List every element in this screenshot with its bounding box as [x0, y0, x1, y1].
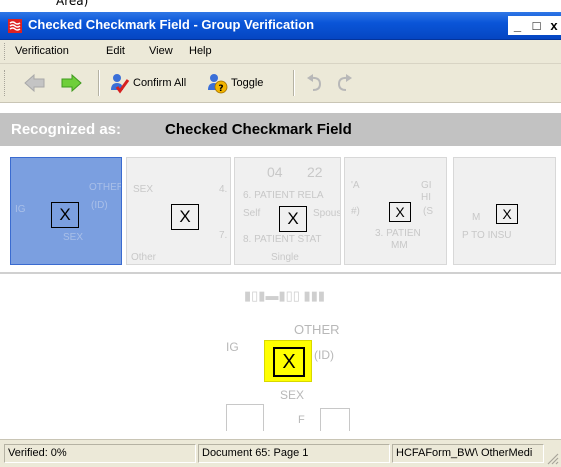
close-button[interactable]: x [546, 16, 561, 35]
menu-edit[interactable]: Edit [106, 45, 125, 57]
thumb-label: IG [15, 204, 26, 215]
thumb-label: Other [131, 252, 157, 263]
detail-faint-row: ▮▯▮▬▮▯▯ ▮▮▮ [244, 288, 325, 303]
menu-help[interactable]: Help [189, 45, 212, 57]
menu-grip[interactable] [4, 43, 8, 60]
detail-label: F [298, 414, 305, 426]
recognized-banner: Recognized as: Checked Checkmark Field [0, 113, 561, 146]
checkbox-mark: X [496, 204, 518, 224]
checkbox-mark: X [273, 347, 305, 377]
checkbox-mark: X [51, 202, 79, 228]
undo-icon [307, 74, 322, 91]
thumb-label: OTHER [89, 182, 122, 193]
status-bar: Verified: 0% Document 65: Page 1 HCFAFor… [0, 439, 561, 467]
forward-arrow-icon [61, 73, 82, 93]
window-title: Checked Checkmark Field - Group Verifica… [28, 17, 315, 32]
thumb-label: 3. PATIEN [375, 228, 421, 239]
thumb-label: (ID) [91, 200, 108, 211]
detail-view: ▮▯▮▬▮▯▯ ▮▮▮ OTHER (ID) SEX IG F X [0, 274, 561, 438]
title-bar[interactable]: Checked Checkmark Field - Group Verifica… [0, 12, 561, 40]
menu-verification[interactable]: Verification [15, 45, 69, 57]
thumbnail[interactable]: 04 22 6. PATIENT RELA Self Spous 8. PATI… [234, 157, 341, 265]
thumbnail[interactable]: SEX 4. I 7. I Other X [126, 157, 231, 265]
toolbar: Confirm All ? Toggle [0, 64, 561, 103]
status-document: Document 65: Page 1 [198, 444, 390, 463]
forward-button[interactable] [60, 72, 82, 94]
status-path: HCFAForm_BW\ OtherMedi [392, 444, 544, 463]
confirm-all-button[interactable]: Confirm All [108, 72, 186, 94]
resize-grip-icon[interactable] [546, 452, 559, 465]
detail-field-box [226, 404, 264, 431]
detail-label: (ID) [314, 348, 334, 362]
checkbox-mark: X [171, 204, 199, 230]
thumbnail[interactable]: 'A GI HI #) (S 3. PATIEN MM X [344, 157, 447, 265]
highlighted-field[interactable]: X [264, 340, 312, 382]
checkbox-mark: X [389, 202, 411, 222]
thumb-label: 4. I [219, 184, 230, 195]
back-button[interactable] [24, 72, 46, 94]
toggle-button[interactable]: ? Toggle [206, 72, 263, 94]
svg-text:?: ? [218, 84, 223, 94]
confirm-all-label: Confirm All [133, 77, 187, 89]
thumb-label: (S [423, 206, 433, 217]
status-verified: Verified: 0% [4, 444, 196, 463]
thumb-label: 7. I [219, 230, 230, 241]
back-arrow-icon [24, 73, 45, 93]
toolbar-separator [98, 70, 100, 96]
maximize-button[interactable]: □ [527, 16, 546, 35]
thumb-label: SEX [133, 184, 154, 195]
toolbar-grip[interactable] [4, 70, 8, 96]
recognized-value: Checked Checkmark Field [165, 121, 352, 138]
minimize-icon: _ [513, 18, 522, 33]
detail-label: IG [226, 340, 239, 354]
undo-button[interactable] [305, 72, 325, 94]
thumb-label: M [472, 212, 481, 223]
thumb-label: 'A [351, 180, 360, 191]
thumb-label: 22 [307, 164, 323, 180]
thumb-label: Self [243, 208, 261, 219]
thumb-label: 6. PATIENT RELA [243, 190, 324, 201]
redo-icon [337, 74, 352, 91]
minimize-button[interactable]: _ [508, 16, 527, 35]
detail-label: OTHER [294, 322, 340, 337]
thumbnail-strip: OTHER (ID) SEX IG X SEX 4. I 7. I Other … [0, 154, 561, 269]
toggle-icon: ? [208, 74, 228, 94]
clipped-text: Area) [0, 0, 561, 12]
thumb-label: 8. PATIENT STAT [243, 234, 322, 245]
close-icon: x [550, 18, 558, 33]
menu-view[interactable]: View [149, 45, 173, 57]
confirm-all-icon [111, 74, 130, 94]
app-icon [8, 19, 22, 33]
detail-field-box [320, 408, 350, 431]
thumbnail[interactable]: M P TO INSU X [453, 157, 556, 265]
thumb-label: Single [271, 252, 299, 263]
toolbar-separator [293, 70, 295, 96]
maximize-icon: □ [532, 18, 541, 33]
redo-button[interactable] [334, 72, 354, 94]
thumbnail-selected[interactable]: OTHER (ID) SEX IG X [10, 157, 122, 265]
thumb-label: 04 [267, 164, 283, 180]
menu-bar: Verification Edit View Help [0, 40, 561, 64]
toggle-label: Toggle [231, 77, 264, 89]
thumb-label: MM [391, 240, 408, 251]
thumb-label: GI [421, 180, 432, 191]
checkbox-mark: X [279, 206, 307, 232]
clipped-label: Area) [56, 0, 89, 8]
detail-label: SEX [280, 388, 305, 402]
thumb-label: #) [351, 206, 360, 217]
thumb-label: P TO INSU [462, 230, 512, 241]
thumb-label: HI [421, 192, 431, 203]
thumb-label: SEX [63, 232, 84, 243]
thumb-label: Spous [313, 208, 341, 219]
recognized-prefix: Recognized as: [11, 121, 122, 138]
